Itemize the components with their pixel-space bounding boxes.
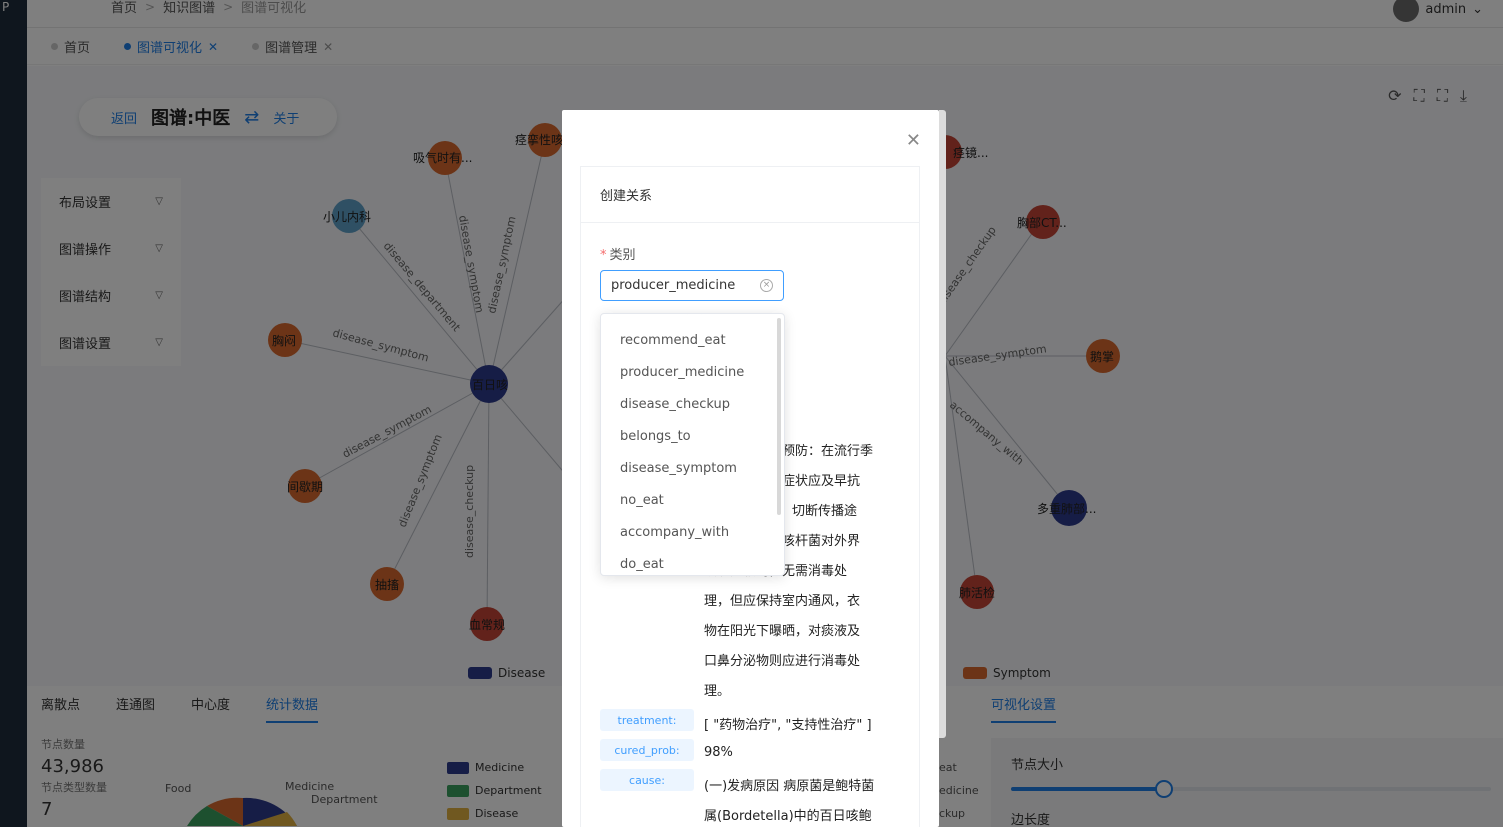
close-icon[interactable]: ✕	[906, 130, 921, 151]
prevent-line: 物在阳光下曝晒，对痰液及	[704, 624, 861, 639]
category-select-value: producer_medicine	[611, 278, 736, 293]
field-key-tag: cause:	[600, 769, 694, 791]
category-dropdown: recommend_eat producer_medicine disease_…	[600, 313, 785, 576]
field-key-tag: treatment:	[600, 709, 694, 731]
option-disease-checkup[interactable]: disease_checkup	[601, 388, 784, 420]
modal-scrollbar[interactable]	[939, 110, 946, 738]
card-title: 创建关系	[581, 167, 919, 223]
option-do-eat[interactable]: do_eat	[601, 548, 784, 575]
field-value: (一)发病原因 病原菌是鲍特菌	[704, 779, 875, 794]
prevent-line: 理，但应保持室内通风，衣	[704, 594, 861, 609]
option-no-eat[interactable]: no_eat	[601, 484, 784, 516]
create-relation-card: 创建关系 * 类别 producer_medicine × 预防：在流行季 症状应…	[580, 166, 920, 827]
option-disease-symptom[interactable]: disease_symptom	[601, 452, 784, 484]
option-accompany-with[interactable]: accompany_with	[601, 516, 784, 548]
option-producer-medicine[interactable]: producer_medicine	[601, 356, 784, 388]
clear-icon[interactable]: ×	[760, 279, 773, 292]
field-value: [ "药物治疗", "支持性治疗" ]	[704, 718, 872, 733]
required-mark: *	[600, 248, 607, 263]
field-key-tag: cured_prob:	[600, 739, 694, 761]
category-label: * 类别	[600, 244, 636, 263]
prevent-line: 口鼻分泌物则应进行消毒处	[704, 654, 861, 669]
option-belongs-to[interactable]: belongs_to	[601, 420, 784, 452]
field-value: 98%	[704, 745, 733, 760]
create-relation-dialog: ✕ 创建关系 * 类别 producer_medicine × 预防：在流行季 症…	[562, 110, 939, 827]
option-recommend-eat[interactable]: recommend_eat	[601, 324, 784, 356]
category-select[interactable]: producer_medicine ×	[600, 270, 784, 301]
prevent-line: 理。	[704, 684, 731, 699]
dropdown-scrollbar[interactable]	[777, 318, 781, 515]
field-value: 属(Bordetella)中的百日咳鲍	[704, 809, 872, 824]
category-label-text: 类别	[609, 248, 636, 263]
